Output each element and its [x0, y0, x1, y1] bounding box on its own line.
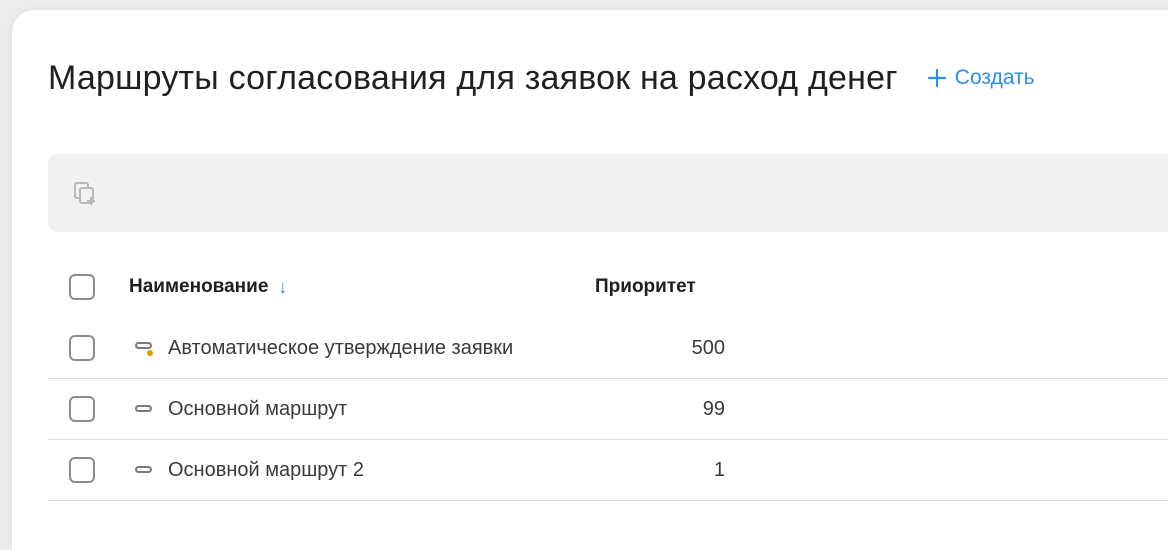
row-checkbox[interactable]: [69, 396, 95, 422]
route-name[interactable]: Основной маршрут: [168, 398, 347, 421]
route-priority: 99: [702, 397, 725, 420]
routes-table: Наименование ↓ Приоритет Автоматическое …: [48, 256, 1168, 501]
column-header-name-label: Наименование: [129, 276, 269, 297]
route-priority: 1: [713, 458, 725, 481]
route-icon: [135, 466, 152, 473]
column-header-priority[interactable]: Приоритет: [595, 276, 696, 298]
sort-down-icon: ↓: [278, 276, 288, 297]
copy-add-icon[interactable]: [72, 180, 100, 208]
row-checkbox[interactable]: [69, 335, 95, 361]
table-header: Наименование ↓ Приоритет: [48, 256, 1168, 318]
route-name[interactable]: Автоматическое утверждение заявки: [168, 337, 513, 360]
page-title: Маршруты согласования для заявок на расх…: [48, 58, 898, 97]
route-name[interactable]: Основной маршрут 2: [168, 459, 364, 482]
plus-icon: [927, 69, 946, 87]
create-button[interactable]: Создать: [927, 66, 1035, 90]
page-header: Маршруты согласования для заявок на расх…: [48, 56, 1035, 100]
table-row[interactable]: Автоматическое утверждение заявки 500: [48, 318, 1168, 379]
route-priority: 500: [691, 336, 725, 359]
toolbar: [48, 154, 1168, 232]
select-all-checkbox[interactable]: [69, 274, 95, 300]
row-checkbox[interactable]: [69, 457, 95, 483]
route-icon: [135, 342, 153, 356]
main-panel: Маршруты согласования для заявок на расх…: [12, 10, 1168, 550]
column-header-name[interactable]: Наименование ↓: [129, 276, 287, 298]
create-button-label: Создать: [954, 66, 1035, 89]
table-row[interactable]: Основной маршрут 2 1: [48, 440, 1168, 501]
table-row[interactable]: Основной маршрут 99: [48, 379, 1168, 440]
route-icon: [135, 405, 152, 412]
